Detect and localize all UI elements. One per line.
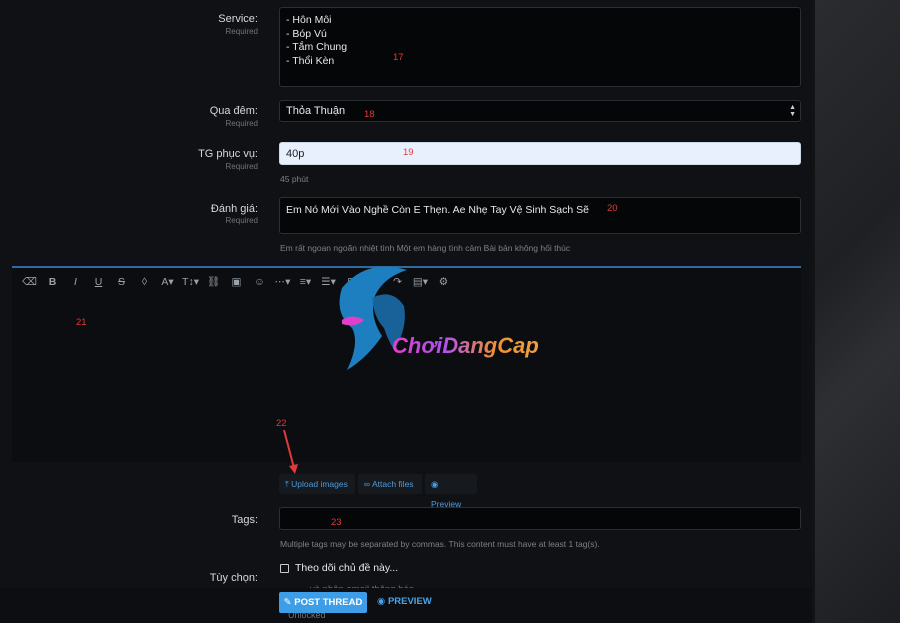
tg-phuc-vu-input[interactable]: 40p <box>279 142 801 165</box>
annotation-20: 20 <box>607 203 618 214</box>
watch-checkbox[interactable] <box>280 564 289 573</box>
options-label: Tùy chọn: <box>209 572 258 584</box>
upload-icon: ⤒ <box>285 479 289 489</box>
service-line: - Bóp Vú <box>286 27 327 40</box>
tg-phuc-vu-value: 40p <box>286 148 305 160</box>
image-icon[interactable]: ▣ <box>225 274 248 290</box>
eye-icon: ◉ <box>431 479 439 489</box>
select-arrows-icon: ▲ ▼ <box>789 104 796 118</box>
tags-label: Tags: <box>231 514 258 526</box>
tg-phuc-vu-hint: 45 phút <box>280 174 309 184</box>
danh-gia-label: Đánh giá: <box>210 203 258 215</box>
attach-files-label: Attach files <box>371 479 414 489</box>
eye-icon: ◉ <box>377 596 386 607</box>
qua-dem-label: Qua đêm: <box>209 105 258 117</box>
watch-label: Theo dõi chủ đề này... <box>295 562 399 574</box>
service-line: - Thổi Kèn <box>286 54 335 67</box>
underline-icon[interactable]: U <box>87 274 110 290</box>
tg-phuc-vu-label: TG phục vụ: <box>198 148 258 160</box>
qua-dem-value: Thỏa Thuận <box>286 105 346 117</box>
paperclip-icon: ∞ <box>364 479 371 489</box>
smiley-icon[interactable]: ☺ <box>248 274 271 290</box>
danh-gia-hint: Em rất ngoan ngoãn nhiệt tình Một em hàn… <box>280 243 571 253</box>
service-line: - Tắm Chung <box>286 41 348 53</box>
pencil-icon: ✎ <box>283 597 292 608</box>
upload-images-label: Upload images <box>291 479 348 489</box>
qua-dem-required: Required <box>225 119 258 128</box>
annotation-22: 22 <box>276 418 287 429</box>
italic-icon[interactable]: I <box>64 274 87 290</box>
tags-hint: Multiple tags may be separated by commas… <box>280 539 600 549</box>
service-line: - Hôn Môi <box>286 14 332 26</box>
preview-button[interactable]: ◉ PREVIEW <box>377 596 432 607</box>
qua-dem-select[interactable]: Thỏa Thuận ▲ ▼ <box>279 100 801 122</box>
font-size-icon[interactable]: T↕▾ <box>179 274 202 290</box>
strikethrough-icon[interactable]: S <box>110 274 133 290</box>
watermark-brand: ChơiDangCap <box>392 333 539 358</box>
font-family-icon[interactable]: A▾ <box>156 274 179 290</box>
upload-images-button[interactable]: ⤒ Upload images <box>279 474 355 494</box>
annotation-17: 17 <box>393 52 404 63</box>
service-textarea[interactable]: - Hôn Môi - Bóp Vú - Tắm Chung - Thổi Kè… <box>279 7 801 87</box>
preview-small-button[interactable]: ◉ Preview <box>425 474 477 509</box>
annotation-18: 18 <box>364 109 375 120</box>
post-thread-label: POST THREAD <box>294 597 363 608</box>
background-side <box>812 0 900 623</box>
more-icon[interactable]: ⋯▾ <box>271 274 294 290</box>
danh-gia-value: Em Nó Mới Vào Nghề Còn E Thẹn. Ae Nhẹ Ta… <box>286 204 589 216</box>
service-required: Required <box>225 27 258 36</box>
danh-gia-input[interactable]: Em Nó Mới Vào Nghề Còn E Thẹn. Ae Nhẹ Ta… <box>279 197 801 234</box>
bold-icon[interactable]: B <box>41 274 64 290</box>
annotation-19: 19 <box>403 147 414 158</box>
danh-gia-required: Required <box>225 216 258 225</box>
annotation-23: 23 <box>331 517 342 528</box>
annotation-arrow <box>283 430 298 474</box>
tg-phuc-vu-required: Required <box>225 162 258 171</box>
color-drop-icon[interactable]: ◊ <box>133 274 156 290</box>
service-label: Service: <box>218 13 258 25</box>
watermark-logo <box>339 266 407 370</box>
tags-input[interactable] <box>279 507 801 530</box>
preview-label: PREVIEW <box>387 596 432 607</box>
post-thread-button[interactable]: ✎ POST THREAD <box>279 592 367 613</box>
eraser-icon[interactable]: ⌫ <box>18 274 41 290</box>
attach-files-button[interactable]: ∞ Attach files <box>358 474 422 494</box>
annotation-21: 21 <box>76 317 87 328</box>
link-icon[interactable]: ⛓ <box>202 274 225 290</box>
